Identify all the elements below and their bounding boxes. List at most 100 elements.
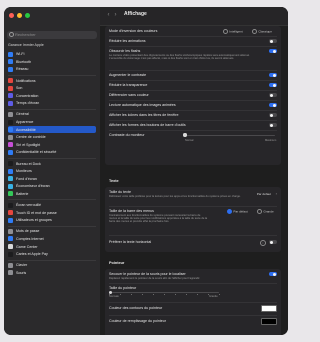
contrast-max-label: Maximum bbox=[265, 139, 277, 142]
toolbar-shapes-row: Afficher les formes des boutons de barre… bbox=[109, 122, 277, 128]
close-button[interactable] bbox=[9, 13, 14, 18]
reduce-transparency-label: Réduire la transparence bbox=[109, 83, 148, 87]
slider-tick bbox=[208, 293, 209, 296]
menu-bar-option-large[interactable]: Grande bbox=[257, 209, 274, 214]
hover-text-row: Préférer la texte horizontal i bbox=[109, 239, 277, 246]
text-size-value[interactable]: Par défaut bbox=[257, 192, 271, 196]
sidebar-item-appearance[interactable]: Apparence bbox=[8, 119, 96, 126]
menu-bar-size-label: Taille de la barre des menus bbox=[109, 209, 154, 213]
nonblinking-row: Obscurcir les flashs Le contenu vidéo pr… bbox=[109, 48, 277, 68]
button-shapes-toggle[interactable] bbox=[269, 113, 277, 118]
differentiate-toggle[interactable] bbox=[269, 93, 277, 98]
slider-tick bbox=[197, 293, 198, 296]
sidebar-item-key[interactable]: Mots de passe bbox=[8, 228, 96, 235]
users-icon bbox=[8, 217, 13, 223]
sidebar-item-label: Batterie bbox=[16, 191, 29, 196]
sidebar-item-lock[interactable]: Écran verrouillé bbox=[8, 202, 96, 209]
sidebar-item-label: Fond d'écran bbox=[16, 176, 37, 181]
sidebar-item-dock[interactable]: Bureau et Dock bbox=[8, 160, 96, 167]
search-field[interactable]: Rechercher bbox=[7, 31, 97, 39]
sidebar-item-mouse[interactable]: Souris bbox=[8, 270, 96, 277]
invert-option-smart[interactable]: Intelligent bbox=[223, 29, 243, 34]
hover-text-toggle[interactable] bbox=[269, 240, 277, 245]
sidebar-item-wifi[interactable]: Wi-Fi bbox=[8, 51, 96, 58]
sidebar-item-keyboard[interactable]: Clavier bbox=[8, 262, 96, 269]
nonblinking-label: Obscurcir les flashs bbox=[109, 49, 141, 53]
minimize-button[interactable] bbox=[17, 13, 22, 18]
account-name[interactable]: Garance Immler Apple bbox=[8, 43, 44, 47]
display-contrast-thumb[interactable] bbox=[183, 133, 187, 137]
display-icon bbox=[8, 168, 13, 174]
menu-bar-option-default[interactable]: Par défaut bbox=[227, 209, 248, 214]
sidebar-item-label: Touch ID et mot de passe bbox=[16, 210, 57, 215]
sidebar-item-hand[interactable]: Confidentialité et sécurité bbox=[8, 149, 96, 156]
text-size-row: Taille du texte Définissez votre taille … bbox=[109, 189, 277, 203]
display-contrast-track[interactable] bbox=[185, 134, 275, 136]
nonblinking-toggle[interactable] bbox=[269, 49, 277, 54]
differentiate-label: Différencier sans couleur bbox=[109, 93, 149, 97]
sidebar-item-siri[interactable]: Siri et Spotlight bbox=[8, 142, 96, 149]
display-section: Mode d'inversion des couleurs Intelligen… bbox=[105, 26, 281, 165]
sidebar-item-label: Comptes Internet bbox=[16, 236, 44, 241]
sidebar-item-fingerprint[interactable]: Touch ID et mot de passe bbox=[8, 209, 96, 216]
toolbar-shapes-label: Afficher les formes des boutons de barre… bbox=[109, 123, 186, 127]
shake-row: Secouer le pointeur de la souris pour le… bbox=[109, 271, 277, 281]
toolbar-shapes-toggle[interactable] bbox=[269, 123, 277, 128]
sidebar-item-label: Utilisateurs et groupes bbox=[16, 218, 52, 223]
sidebar-item-users[interactable]: Utilisateurs et groupes bbox=[8, 217, 96, 224]
sidebar-item-label: Bureau et Dock bbox=[16, 161, 41, 166]
sidebar-item-accessibility[interactable]: Accessibilité bbox=[8, 126, 96, 133]
sidebar-item-wallet[interactable]: Cartes et Apple Pay bbox=[8, 251, 96, 258]
text-section-header: Texte bbox=[109, 179, 119, 183]
outline-color-well[interactable] bbox=[261, 305, 277, 312]
slider-tick bbox=[153, 293, 154, 296]
sidebar-item-battery[interactable]: Batterie bbox=[8, 191, 96, 198]
shake-label: Secouer le pointeur de la souris pour le… bbox=[109, 272, 186, 276]
reduce-motion-toggle[interactable] bbox=[269, 39, 277, 44]
sidebar-item-gear[interactable]: Général bbox=[8, 111, 96, 118]
sidebar-item-label: Game Center bbox=[16, 244, 38, 249]
auto-play-toggle[interactable] bbox=[269, 103, 277, 108]
sidebar-item-screensaver[interactable]: Économiseur d'écran bbox=[8, 183, 96, 190]
fill-color-well[interactable] bbox=[261, 318, 277, 325]
info-icon[interactable]: i bbox=[260, 239, 266, 246]
fill-color-row: Couleur de remplissage du pointeur bbox=[109, 318, 277, 326]
sidebar-item-label: Temps d'écran bbox=[16, 101, 40, 106]
sidebar-item-label: Clavier bbox=[16, 263, 28, 268]
slider-tick bbox=[142, 293, 143, 296]
sidebar-item-label: Wi-Fi bbox=[16, 52, 25, 57]
sidebar-item-wallpaper[interactable]: Fond d'écran bbox=[8, 176, 96, 183]
slider-tick bbox=[186, 293, 187, 296]
sidebar-item-moon[interactable]: Concentration bbox=[8, 93, 96, 100]
sidebar-item-label: Apparence bbox=[16, 120, 34, 125]
sidebar-item-display[interactable]: Moniteurs bbox=[8, 168, 96, 175]
back-chevron-icon[interactable]: ‹ bbox=[106, 12, 111, 19]
sidebar-item-hourglass[interactable]: Temps d'écran bbox=[8, 100, 96, 107]
shake-toggle[interactable] bbox=[269, 272, 277, 277]
zoom-button[interactable] bbox=[25, 13, 30, 18]
toolbar: ‹ › Affichage bbox=[100, 7, 288, 26]
accessibility-icon bbox=[8, 127, 13, 133]
increase-contrast-toggle[interactable] bbox=[269, 73, 277, 78]
pointer-size-row: Taille du pointeur Normale Grande bbox=[109, 285, 277, 299]
sidebar-item-network[interactable]: Réseau bbox=[8, 66, 96, 73]
sidebar-item-label: Accessibilité bbox=[16, 127, 36, 132]
chevron-right-icon: › bbox=[275, 191, 277, 196]
sidebar-item-control-center[interactable]: Centre de contrôle bbox=[8, 134, 96, 141]
fill-color-label: Couleur de remplissage du pointeur bbox=[109, 319, 166, 323]
sidebar-item-label: Siri et Spotlight bbox=[16, 142, 41, 147]
sidebar-item-bell[interactable]: Notifications bbox=[8, 77, 96, 84]
sidebar-item-bluetooth[interactable]: Bluetooth bbox=[8, 59, 96, 66]
invert-option-classic[interactable]: Classique bbox=[252, 29, 272, 34]
reduce-transparency-toggle[interactable] bbox=[269, 83, 277, 88]
sidebar-item-label: Moniteurs bbox=[16, 169, 32, 174]
network-icon bbox=[8, 66, 13, 72]
forward-chevron-icon[interactable]: › bbox=[113, 12, 118, 19]
sidebar-item-speaker[interactable]: Son bbox=[8, 85, 96, 92]
sidebar-item-gamecenter[interactable]: Game Center bbox=[8, 243, 96, 250]
keyboard-icon bbox=[8, 262, 13, 268]
sidebar-item-at[interactable]: Comptes Internet bbox=[8, 236, 96, 243]
control-center-icon bbox=[8, 134, 13, 140]
fingerprint-icon bbox=[8, 210, 13, 216]
slider-tick bbox=[131, 293, 132, 296]
